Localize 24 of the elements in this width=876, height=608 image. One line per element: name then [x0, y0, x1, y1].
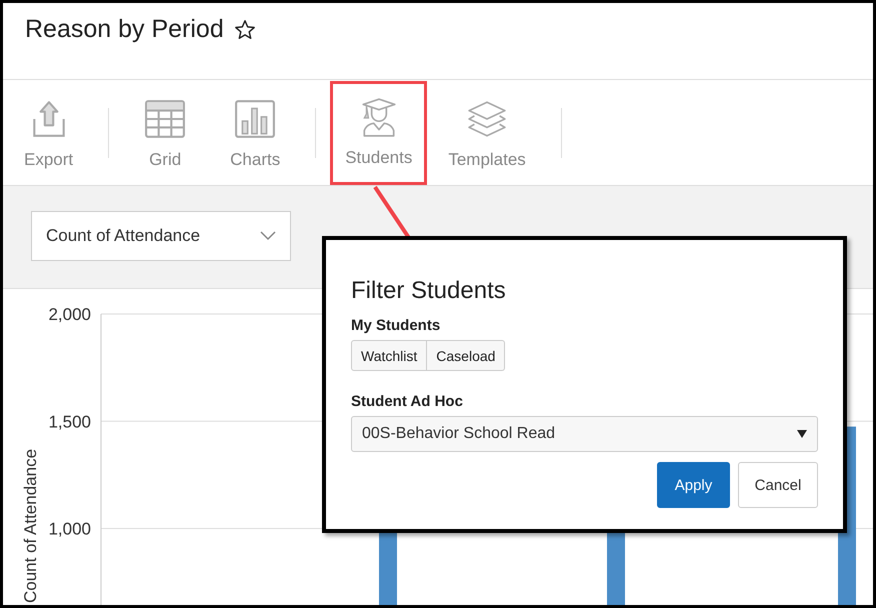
bar-chart-icon [234, 98, 276, 140]
field-label: Student Ad Hoc [351, 393, 464, 410]
ad-hoc-dropdown[interactable]: 00S-Behavior School Read [351, 416, 818, 452]
axis-tick-label: 1,000 [48, 520, 91, 538]
charts-tool-button[interactable]: Charts [223, 82, 288, 182]
students-tool-button[interactable]: Students [330, 80, 428, 184]
caret-icon [797, 430, 807, 438]
page-title: Reason by Period [25, 15, 224, 44]
star-icon[interactable] [234, 19, 256, 41]
axis-tick-label: 1,500 [48, 412, 91, 432]
field-label: My Students [351, 317, 442, 334]
cancel-button[interactable]: Cancel [738, 462, 818, 508]
popup-title: Filter Students [351, 277, 507, 305]
templates-tool-button[interactable]: Templates [441, 82, 533, 182]
export-tool-button[interactable]: Export [17, 82, 80, 182]
axis-title: Count of Attendance [21, 448, 40, 604]
filter-toggle-button[interactable]: Caseload [427, 340, 506, 371]
chevron-icon [260, 231, 276, 241]
apply-button[interactable]: Apply [657, 462, 730, 508]
grid-tool-button[interactable]: Grid [137, 82, 194, 182]
filter-toggle-button[interactable]: Watchlist [351, 340, 428, 371]
measure-dropdown[interactable]: Count of Attendance [31, 211, 291, 261]
table-icon [144, 98, 186, 140]
axis-tick-label: 2,000 [48, 305, 91, 324]
